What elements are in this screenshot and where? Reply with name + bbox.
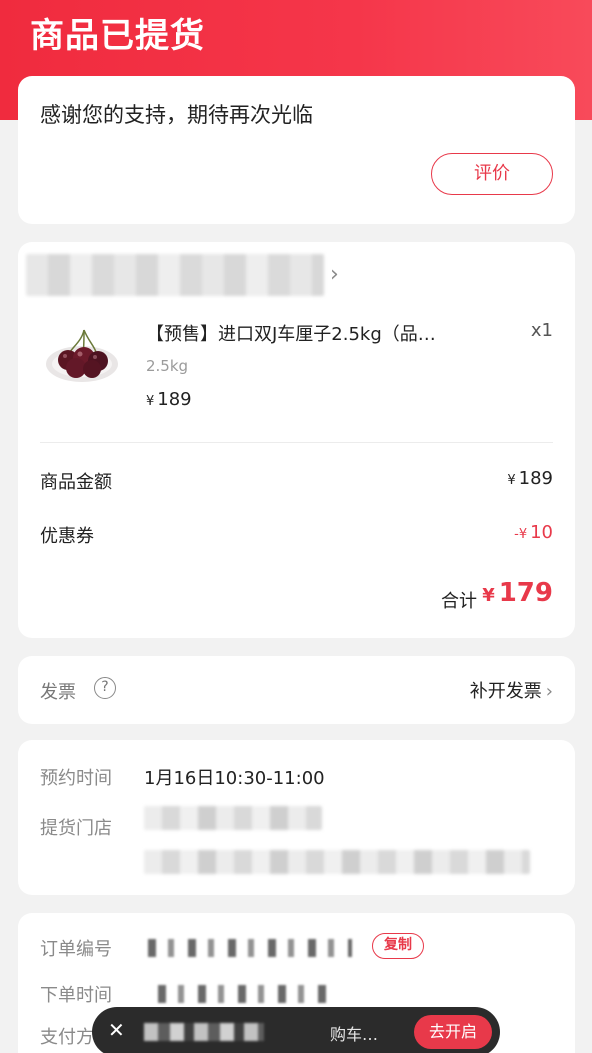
toast-text: 购车… <box>330 1025 379 1044</box>
total-label: 合计 <box>441 591 477 612</box>
reissue-invoice-label: 补开发票 <box>469 681 542 702</box>
close-icon[interactable]: ✕ <box>108 1018 125 1042</box>
total-number: 179 <box>498 578 553 608</box>
pickup-store-label: 提货门店 <box>40 818 112 839</box>
store-name-redacted[interactable] <box>26 254 324 296</box>
product-quantity: x1 <box>530 320 553 341</box>
review-button[interactable]: 评价 <box>431 153 553 195</box>
notification-toast: ✕ 购车… 去开启 <box>92 1007 500 1053</box>
order-time-label: 下单时间 <box>40 985 112 1006</box>
currency-symbol: ¥ <box>146 394 155 409</box>
toast-text-redacted <box>144 1023 264 1041</box>
copy-button[interactable]: 复制 <box>372 933 424 959</box>
product-price: ¥189 <box>146 389 192 410</box>
page-title: 商品已提货 <box>30 16 205 56</box>
goods-amount-number: 189 <box>518 468 553 489</box>
product-spec: 2.5kg <box>146 357 189 375</box>
store-name-redacted <box>144 806 322 830</box>
store-chevron-icon[interactable]: › <box>330 262 339 287</box>
store-address-redacted <box>144 850 530 874</box>
invoice-card[interactable]: 发票 ? 补开发票 › <box>18 656 575 724</box>
currency-symbol: -¥ <box>514 527 528 542</box>
goods-amount-label: 商品金额 <box>40 472 112 493</box>
product-image[interactable] <box>44 320 120 386</box>
pickup-card: 预约时间 1月16日10:30-11:00 提货门店 <box>18 740 575 895</box>
coupon-number: 10 <box>530 522 553 543</box>
enable-button[interactable]: 去开启 <box>414 1015 492 1049</box>
order-time-redacted <box>158 985 332 1003</box>
product-name[interactable]: 【预售】进口双J车厘子2.5kg（品… <box>146 320 496 346</box>
reservation-time-value: 1月16日10:30-11:00 <box>144 768 325 789</box>
divider <box>40 442 553 443</box>
order-card: › 【预售】进口双J车厘子2.5kg（品… x1 2.5kg ¥189 商品金额… <box>18 242 575 638</box>
total-value: ¥179 <box>482 578 553 608</box>
currency-symbol: ¥ <box>507 473 516 488</box>
product-price-value: 189 <box>157 389 192 410</box>
chevron-right-icon: › <box>545 681 553 702</box>
thanks-message: 感谢您的支持，期待再次光临 <box>40 103 313 127</box>
coupon-value: -¥ 10 <box>514 522 553 543</box>
invoice-label: 发票 <box>40 682 76 703</box>
help-icon[interactable]: ? <box>94 677 116 699</box>
order-number-label: 订单编号 <box>40 939 112 960</box>
goods-amount-value: ¥189 <box>507 468 553 489</box>
order-number-redacted <box>148 939 352 957</box>
coupon-label: 优惠券 <box>40 526 94 547</box>
reservation-time-label: 预约时间 <box>40 768 112 789</box>
reissue-invoice-link[interactable]: 补开发票 › <box>470 677 553 703</box>
currency-symbol: ¥ <box>482 585 495 606</box>
status-card: 感谢您的支持，期待再次光临 评价 <box>18 76 575 224</box>
